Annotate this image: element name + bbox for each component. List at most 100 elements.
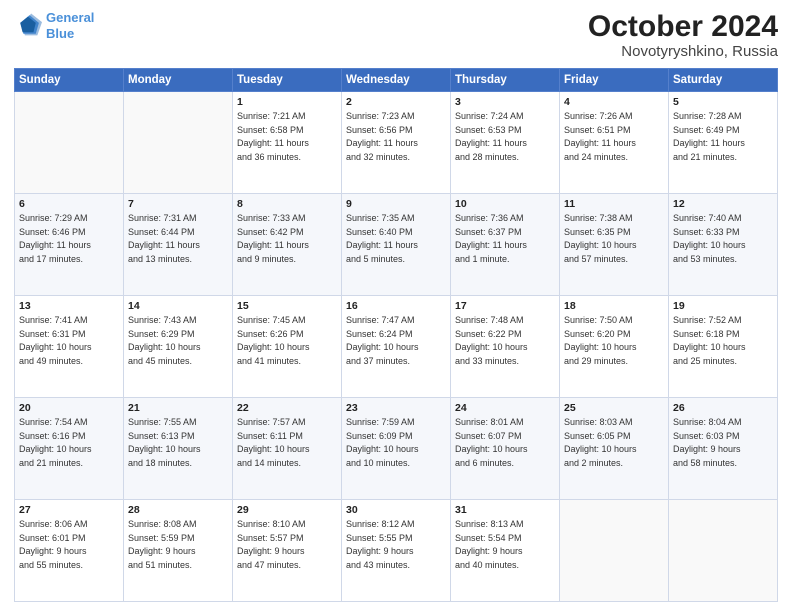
calendar-cell: 2 Sunrise: 7:23 AM Sunset: 6:56 PM Daylig… [342, 92, 451, 194]
calendar-cell: 28Sunrise: 8:08 AM Sunset: 5:59 PM Dayli… [124, 500, 233, 602]
weekday-header-sunday: Sunday [15, 69, 124, 92]
day-detail: Sunrise: 7:55 AM Sunset: 6:13 PM Dayligh… [128, 416, 228, 470]
day-number: 9 [346, 198, 446, 210]
calendar-cell: 11Sunrise: 7:38 AM Sunset: 6:35 PM Dayli… [560, 194, 669, 296]
calendar-cell: 24 Sunrise: 8:01 AM Sunset: 6:07 PM Dayli… [451, 398, 560, 500]
day-detail: Sunrise: 7:29 AM Sunset: 6:46 PM Dayligh… [19, 212, 119, 266]
day-number: 21 [128, 402, 228, 414]
week-row-5: 27Sunrise: 8:06 AM Sunset: 6:01 PM Dayli… [15, 500, 778, 602]
weekday-header-saturday: Saturday [669, 69, 778, 92]
calendar-cell [15, 92, 124, 194]
week-row-2: 6 Sunrise: 7:29 AM Sunset: 6:46 PM Daylig… [15, 194, 778, 296]
day-number: 13 [19, 300, 119, 312]
calendar-cell: 6 Sunrise: 7:29 AM Sunset: 6:46 PM Daylig… [15, 194, 124, 296]
logo-line1: General [46, 10, 94, 25]
calendar-cell: 5Sunrise: 7:28 AM Sunset: 6:49 PM Daylig… [669, 92, 778, 194]
day-detail: Sunrise: 8:13 AM Sunset: 5:54 PM Dayligh… [455, 518, 555, 572]
day-detail: Sunrise: 7:38 AM Sunset: 6:35 PM Dayligh… [564, 212, 664, 266]
day-number: 12 [673, 198, 773, 210]
day-detail: Sunrise: 7:23 AM Sunset: 6:56 PM Dayligh… [346, 110, 446, 164]
day-number: 3 [455, 96, 555, 108]
day-number: 29 [237, 504, 337, 516]
calendar-cell: 1Sunrise: 7:21 AM Sunset: 6:58 PM Daylig… [233, 92, 342, 194]
week-row-4: 20 Sunrise: 7:54 AM Sunset: 6:16 PM Dayli… [15, 398, 778, 500]
calendar-cell [124, 92, 233, 194]
day-number: 4 [564, 96, 664, 108]
calendar-cell: 16Sunrise: 7:47 AM Sunset: 6:24 PM Dayli… [342, 296, 451, 398]
day-detail: Sunrise: 8:12 AM Sunset: 5:55 PM Dayligh… [346, 518, 446, 572]
day-detail: Sunrise: 8:10 AM Sunset: 5:57 PM Dayligh… [237, 518, 337, 572]
day-number: 19 [673, 300, 773, 312]
day-detail: Sunrise: 7:52 AM Sunset: 6:18 PM Dayligh… [673, 314, 773, 368]
calendar-cell: 14 Sunrise: 7:43 AM Sunset: 6:29 PM Dayli… [124, 296, 233, 398]
logo-line2: Blue [46, 26, 74, 41]
day-number: 26 [673, 402, 773, 414]
calendar-body: 1Sunrise: 7:21 AM Sunset: 6:58 PM Daylig… [15, 92, 778, 602]
day-number: 5 [673, 96, 773, 108]
calendar-cell: 19 Sunrise: 7:52 AM Sunset: 6:18 PM Dayli… [669, 296, 778, 398]
weekday-header-tuesday: Tuesday [233, 69, 342, 92]
calendar-cell: 4 Sunrise: 7:26 AM Sunset: 6:51 PM Daylig… [560, 92, 669, 194]
day-number: 15 [237, 300, 337, 312]
day-detail: Sunrise: 7:35 AM Sunset: 6:40 PM Dayligh… [346, 212, 446, 266]
sub-title: Novotyryshkino, Russia [588, 43, 778, 60]
weekday-header-wednesday: Wednesday [342, 69, 451, 92]
calendar-cell: 23Sunrise: 7:59 AM Sunset: 6:09 PM Dayli… [342, 398, 451, 500]
day-number: 8 [237, 198, 337, 210]
day-number: 24 [455, 402, 555, 414]
day-number: 2 [346, 96, 446, 108]
calendar-cell [560, 500, 669, 602]
calendar-cell: 12Sunrise: 7:40 AM Sunset: 6:33 PM Dayli… [669, 194, 778, 296]
calendar-cell [669, 500, 778, 602]
calendar-cell: 15 Sunrise: 7:45 AM Sunset: 6:26 PM Dayli… [233, 296, 342, 398]
day-number: 30 [346, 504, 446, 516]
calendar-cell: 8 Sunrise: 7:33 AM Sunset: 6:42 PM Daylig… [233, 194, 342, 296]
week-row-1: 1Sunrise: 7:21 AM Sunset: 6:58 PM Daylig… [15, 92, 778, 194]
day-detail: Sunrise: 7:24 AM Sunset: 6:53 PM Dayligh… [455, 110, 555, 164]
calendar-cell: 9 Sunrise: 7:35 AM Sunset: 6:40 PM Daylig… [342, 194, 451, 296]
calendar-cell: 3 Sunrise: 7:24 AM Sunset: 6:53 PM Daylig… [451, 92, 560, 194]
calendar-cell: 30 Sunrise: 8:12 AM Sunset: 5:55 PM Dayli… [342, 500, 451, 602]
day-number: 28 [128, 504, 228, 516]
day-detail: Sunrise: 7:33 AM Sunset: 6:42 PM Dayligh… [237, 212, 337, 266]
calendar-cell: 29 Sunrise: 8:10 AM Sunset: 5:57 PM Dayli… [233, 500, 342, 602]
calendar-cell: 20 Sunrise: 7:54 AM Sunset: 6:16 PM Dayli… [15, 398, 124, 500]
calendar-cell: 18Sunrise: 7:50 AM Sunset: 6:20 PM Dayli… [560, 296, 669, 398]
day-number: 22 [237, 402, 337, 414]
calendar-cell: 25Sunrise: 8:03 AM Sunset: 6:05 PM Dayli… [560, 398, 669, 500]
calendar-cell: 21 Sunrise: 7:55 AM Sunset: 6:13 PM Dayli… [124, 398, 233, 500]
day-detail: Sunrise: 7:57 AM Sunset: 6:11 PM Dayligh… [237, 416, 337, 470]
day-number: 6 [19, 198, 119, 210]
day-detail: Sunrise: 7:31 AM Sunset: 6:44 PM Dayligh… [128, 212, 228, 266]
weekday-header-row: SundayMondayTuesdayWednesdayThursdayFrid… [15, 69, 778, 92]
day-detail: Sunrise: 7:54 AM Sunset: 6:16 PM Dayligh… [19, 416, 119, 470]
calendar-cell: 7 Sunrise: 7:31 AM Sunset: 6:44 PM Daylig… [124, 194, 233, 296]
calendar-cell: 31 Sunrise: 8:13 AM Sunset: 5:54 PM Dayli… [451, 500, 560, 602]
day-number: 14 [128, 300, 228, 312]
day-number: 27 [19, 504, 119, 516]
day-detail: Sunrise: 7:36 AM Sunset: 6:37 PM Dayligh… [455, 212, 555, 266]
calendar-header: SundayMondayTuesdayWednesdayThursdayFrid… [15, 69, 778, 92]
day-detail: Sunrise: 8:01 AM Sunset: 6:07 PM Dayligh… [455, 416, 555, 470]
day-detail: Sunrise: 7:45 AM Sunset: 6:26 PM Dayligh… [237, 314, 337, 368]
day-detail: Sunrise: 7:26 AM Sunset: 6:51 PM Dayligh… [564, 110, 664, 164]
calendar-cell: 10 Sunrise: 7:36 AM Sunset: 6:37 PM Dayli… [451, 194, 560, 296]
day-number: 1 [237, 96, 337, 108]
logo-text: General Blue [46, 10, 94, 41]
logo: General Blue [14, 10, 94, 41]
day-number: 20 [19, 402, 119, 414]
calendar-cell: 13Sunrise: 7:41 AM Sunset: 6:31 PM Dayli… [15, 296, 124, 398]
day-detail: Sunrise: 7:43 AM Sunset: 6:29 PM Dayligh… [128, 314, 228, 368]
day-number: 17 [455, 300, 555, 312]
weekday-header-monday: Monday [124, 69, 233, 92]
day-number: 31 [455, 504, 555, 516]
calendar-cell: 26Sunrise: 8:04 AM Sunset: 6:03 PM Dayli… [669, 398, 778, 500]
title-block: October 2024 Novotyryshkino, Russia [588, 10, 778, 60]
day-number: 10 [455, 198, 555, 210]
day-detail: Sunrise: 8:03 AM Sunset: 6:05 PM Dayligh… [564, 416, 664, 470]
week-row-3: 13Sunrise: 7:41 AM Sunset: 6:31 PM Dayli… [15, 296, 778, 398]
day-detail: Sunrise: 7:47 AM Sunset: 6:24 PM Dayligh… [346, 314, 446, 368]
logo-icon [14, 12, 42, 40]
day-number: 7 [128, 198, 228, 210]
page: General Blue October 2024 Novotyryshkino… [0, 0, 792, 612]
